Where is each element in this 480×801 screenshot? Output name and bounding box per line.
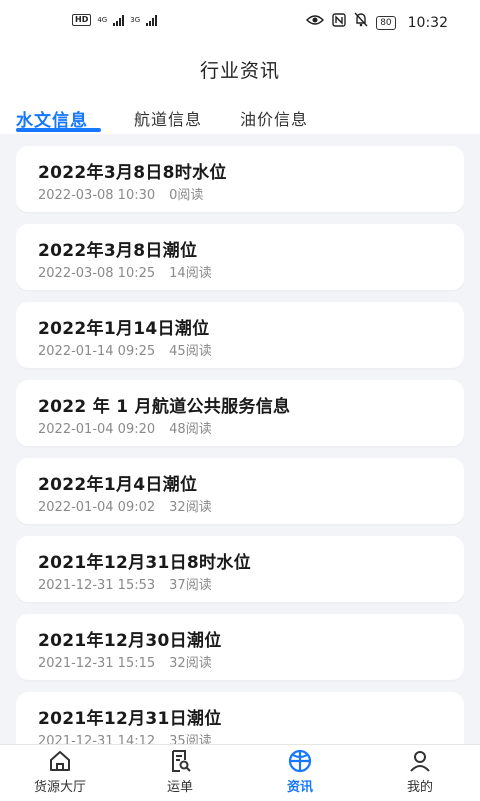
news-card[interactable]: 2021年12月30日潮位 2021-12-31 15:15 32阅读	[16, 614, 464, 680]
clock: 10:32	[407, 14, 448, 31]
news-meta: 2022-01-14 09:25 45阅读	[38, 340, 212, 359]
news-card[interactable]: 2022年1月4日潮位 2022-01-04 09:02 32阅读	[16, 458, 464, 524]
news-title: 2021年12月31日潮位	[38, 709, 222, 729]
news-meta: 2022-03-08 10:25 14阅读	[38, 262, 212, 281]
news-meta: 2022-03-08 10:30 0阅读	[38, 184, 203, 203]
tabbar-label: 我的	[406, 780, 433, 795]
news-meta: 2021-12-31 15:15 32阅读	[38, 652, 212, 671]
news-read-count: 32阅读	[169, 500, 212, 515]
hd-badge: HD	[72, 14, 92, 26]
news-title: 2022 年 1 月航道公共服务信息	[38, 397, 291, 417]
tabbar-item-news[interactable]: 资讯	[240, 749, 360, 795]
status-bar-right: 80 10:32	[306, 12, 448, 33]
news-title: 2021年12月31日8时水位	[38, 553, 251, 573]
news-time: 2021-12-31 15:15	[38, 656, 156, 671]
news-title: 2022年3月8日潮位	[38, 241, 198, 261]
news-list[interactable]: 2022年3月8日8时水位 2022-03-08 10:30 0阅读 2022年3…	[16, 146, 464, 744]
news-globe-icon	[288, 749, 312, 773]
news-meta: 2022-01-04 09:20 48阅读	[38, 418, 212, 437]
news-read-count: 45阅读	[169, 344, 212, 359]
page-title: 行业资讯	[199, 60, 280, 82]
tabbar-item-cargo-hall[interactable]: 货源大厅	[0, 749, 120, 795]
home-icon	[48, 749, 72, 773]
news-title: 2022年1月14日潮位	[38, 319, 210, 339]
news-meta: 2022-01-04 09:02 32阅读	[38, 496, 212, 515]
network-type-1: 4G	[97, 16, 108, 24]
network-type-2: 3G	[130, 16, 141, 24]
signal-icon	[113, 14, 125, 26]
news-card[interactable]: 2022年1月14日潮位 2022-01-14 09:25 45阅读	[16, 302, 464, 368]
tabbar-item-waybill[interactable]: 运单	[120, 749, 240, 795]
person-icon	[408, 749, 432, 773]
news-read-count: 37阅读	[169, 578, 212, 593]
news-time: 2022-01-04 09:20	[38, 422, 156, 437]
news-meta: 2021-12-31 14:12 35阅读	[38, 730, 212, 744]
news-card[interactable]: 2021年12月31日潮位 2021-12-31 14:12 35阅读	[16, 692, 464, 744]
tab-oil-price[interactable]: 油价信息	[240, 106, 308, 130]
document-search-icon	[168, 749, 192, 773]
news-read-count: 32阅读	[169, 656, 212, 671]
bottom-tab-bar: 货源大厅 运单 资讯 我的	[0, 744, 480, 801]
eye-icon	[306, 14, 325, 32]
status-bar: HD 4G 3G 80 10:32	[0, 0, 480, 44]
news-card[interactable]: 2022年3月8日潮位 2022-03-08 10:25 14阅读	[16, 224, 464, 290]
news-time: 2022-01-04 09:02	[38, 500, 156, 515]
news-time: 2022-03-08 10:30	[38, 188, 156, 203]
news-title: 2022年3月8日8时水位	[38, 163, 227, 183]
status-bar-left: HD 4G 3G	[72, 14, 158, 26]
news-read-count: 14阅读	[169, 266, 212, 281]
tabbar-label: 资讯	[286, 780, 313, 795]
news-card[interactable]: 2022 年 1 月航道公共服务信息 2022-01-04 09:20 48阅读	[16, 380, 464, 446]
news-time: 2022-03-08 10:25	[38, 266, 156, 281]
tabbar-item-profile[interactable]: 我的	[360, 749, 480, 795]
news-title: 2022年1月4日潮位	[38, 475, 198, 495]
battery-icon: 80	[376, 15, 396, 30]
news-title: 2021年12月30日潮位	[38, 631, 222, 651]
tabbar-label: 运单	[166, 780, 193, 795]
mute-bell-icon	[354, 12, 368, 33]
tab-waterway[interactable]: 航道信息	[134, 106, 202, 130]
news-read-count: 35阅读	[169, 734, 212, 744]
news-time: 2021-12-31 14:12	[38, 734, 156, 744]
tabbar-label: 货源大厅	[33, 780, 86, 795]
news-time: 2021-12-31 15:53	[38, 578, 156, 593]
news-card[interactable]: 2022年3月8日8时水位 2022-03-08 10:30 0阅读	[16, 146, 464, 212]
page-header: 行业资讯 水文信息 航道信息 油价信息	[0, 44, 480, 134]
news-card[interactable]: 2021年12月31日8时水位 2021-12-31 15:53 37阅读	[16, 536, 464, 602]
signal-icon	[146, 14, 158, 26]
news-meta: 2021-12-31 15:53 37阅读	[38, 574, 212, 593]
nfc-icon	[332, 12, 346, 33]
active-tab-indicator	[16, 128, 101, 132]
news-read-count: 48阅读	[169, 422, 212, 437]
news-read-count: 0阅读	[169, 188, 204, 203]
news-time: 2022-01-14 09:25	[38, 344, 156, 359]
